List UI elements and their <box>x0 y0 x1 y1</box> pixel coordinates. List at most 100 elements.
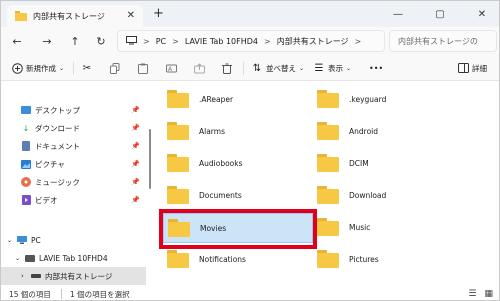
sidebar-item-label: ドキュメント <box>35 141 80 151</box>
view-button[interactable]: ☰ 表示 ⌄ <box>313 60 352 76</box>
sidebar-scrollbar[interactable] <box>149 81 152 201</box>
copy-icon <box>109 62 121 74</box>
close-button[interactable]: ✕ <box>467 5 497 23</box>
monitor-icon <box>17 235 27 245</box>
sort-button[interactable]: ⇅ 並べ替え ⌄ <box>251 60 304 76</box>
folder-icon <box>167 154 189 172</box>
folder-item[interactable]: Documents <box>167 182 317 208</box>
sidebar-item-desktop[interactable]: デスクトップ 📌 <box>1 101 146 119</box>
cut-button[interactable]: ✂ <box>81 60 93 76</box>
folder-name: .keyguard <box>349 94 387 104</box>
tab-internal-storage[interactable]: 内部共有ストレージ ✕ <box>7 5 143 27</box>
folder-item[interactable]: DCIM <box>317 150 467 176</box>
chevron-down-icon: ⌄ <box>299 64 305 72</box>
folder-name: Notifications <box>199 254 246 264</box>
pin-icon: 📌 <box>131 196 140 204</box>
address-bar[interactable]: > PC > LAVIE Tab 10FHD4 > 内部共有ストレージ > <box>117 30 385 52</box>
folder-name: Music <box>349 222 371 232</box>
sidebar-item-pictures[interactable]: ピクチャ 📌 <box>1 155 146 173</box>
status-bar: 15 個の項目 1 個の項目を選択 ☰ ▦ <box>1 286 499 300</box>
more-options-button[interactable]: ••• <box>369 60 383 76</box>
pin-icon: 📌 <box>131 142 140 150</box>
sidebar-item-label: ビデオ <box>35 195 58 205</box>
tab-label: 内部共有ストレージ <box>33 11 105 21</box>
folder-item[interactable]: Audiobooks <box>167 150 317 176</box>
folder-icon <box>317 186 339 204</box>
desktop-icon <box>21 105 31 115</box>
video-icon <box>21 195 31 205</box>
folder-item[interactable]: .AReaper <box>167 86 317 112</box>
sort-icon: ⇅ <box>252 62 262 74</box>
folder-item[interactable]: Notifications <box>167 246 317 272</box>
chevron-down-icon: ⌄ <box>15 254 21 262</box>
folder-item[interactable]: Alarms <box>167 118 317 144</box>
sidebar-item-music[interactable]: ミュージック 📌 <box>1 173 146 191</box>
paste-button[interactable] <box>137 60 149 76</box>
breadcrumb-pc[interactable]: PC <box>156 37 166 46</box>
view-icon: ☰ <box>314 62 324 74</box>
view-label: 表示 <box>328 63 343 73</box>
minimize-button[interactable]: — <box>383 5 413 23</box>
folder-item[interactable]: Download <box>317 182 467 208</box>
sidebar-item-label: PC <box>31 235 41 245</box>
item-count: 15 個の項目 <box>9 289 51 299</box>
sidebar-item-label: デスクトップ <box>35 105 80 115</box>
divider <box>243 62 244 75</box>
sidebar-item-documents[interactable]: ドキュメント 📌 <box>1 137 146 155</box>
folder-name: Alarms <box>199 126 225 136</box>
share-button[interactable] <box>193 60 205 76</box>
sidebar-item-internal-storage[interactable]: › 内部共有ストレージ <box>1 267 146 285</box>
delete-button[interactable] <box>221 60 233 76</box>
sidebar-item-pc[interactable]: ⌄ PC <box>1 231 146 249</box>
tab-close-icon[interactable]: ✕ <box>127 10 135 22</box>
sidebar-item-label: 内部共有ストレージ <box>45 271 113 281</box>
pin-icon: 📌 <box>131 178 140 186</box>
details-view-icon[interactable]: ☰ <box>468 289 476 299</box>
selected-count: 1 個の項目を選択 <box>69 289 130 299</box>
tablet-icon <box>25 253 35 263</box>
breadcrumb-expand[interactable]: > <box>355 37 362 46</box>
new-button[interactable]: 新規作成 ⌄ <box>11 60 64 76</box>
folder-icon <box>317 90 339 108</box>
folder-name: Documents <box>199 190 242 200</box>
command-bar: 新規作成 ⌄ ✂ A ⇅ 並べ替え ⌄ ☰ 表示 ⌄ ••• 詳細 <box>1 55 499 81</box>
details-button[interactable]: 詳細 <box>457 60 487 76</box>
document-icon <box>21 141 31 151</box>
back-button[interactable]: ← <box>9 33 25 49</box>
maximize-button[interactable]: ▢ <box>425 5 455 23</box>
address-row: ← → ↑ ↻ > PC > LAVIE Tab 10FHD4 > 内部共有スト… <box>1 27 499 55</box>
up-button[interactable]: ↑ <box>67 33 83 49</box>
sort-label: 並べ替え <box>266 63 296 73</box>
breadcrumb-storage[interactable]: 内部共有ストレージ <box>277 36 349 47</box>
folder-item[interactable]: Pictures <box>317 246 467 272</box>
new-tab-button[interactable]: + <box>153 7 164 20</box>
sidebar-item-downloads[interactable]: ↓ ダウンロード 📌 <box>1 119 146 137</box>
title-bar: 内部共有ストレージ ✕ + — ▢ ✕ <box>1 1 499 27</box>
search-placeholder: 内部共有ストレージの <box>398 36 478 46</box>
forward-button[interactable]: → <box>39 33 55 49</box>
rename-button[interactable]: A <box>165 60 177 76</box>
search-input[interactable]: 内部共有ストレージの <box>389 30 497 52</box>
chevron-down-icon: ⌄ <box>59 64 65 72</box>
folder-item[interactable]: Android <box>317 118 467 144</box>
tiles-view-icon[interactable]: ▦ <box>484 289 493 299</box>
file-list: .AReaper Alarms Audiobooks Documents Mov… <box>153 81 499 286</box>
folder-name: Android <box>349 126 378 136</box>
details-pane-icon <box>457 62 469 74</box>
copy-button[interactable] <box>109 60 121 76</box>
folder-item[interactable]: .keyguard <box>317 86 467 112</box>
sidebar-item-label: LAVIE Tab 10FHD4 <box>39 253 108 263</box>
folder-icon <box>167 90 189 108</box>
folder-name: Audiobooks <box>199 158 243 168</box>
rename-icon: A <box>165 62 177 74</box>
folder-icon <box>167 122 189 140</box>
folder-item[interactable]: Music <box>317 214 467 240</box>
breadcrumb-separator: > <box>143 36 150 46</box>
sidebar-item-label: ダウンロード <box>35 123 80 133</box>
chevron-down-icon: ⌄ <box>7 236 13 244</box>
sidebar-item-device[interactable]: ⌄ LAVIE Tab 10FHD4 <box>1 249 146 267</box>
sidebar-item-videos[interactable]: ビデオ 📌 <box>1 191 146 209</box>
navigation-pane: デスクトップ 📌 ↓ ダウンロード 📌 ドキュメント 📌 ピクチャ 📌 ミュージ… <box>1 81 149 286</box>
breadcrumb-device[interactable]: LAVIE Tab 10FHD4 <box>185 37 258 46</box>
refresh-button[interactable]: ↻ <box>93 33 109 49</box>
